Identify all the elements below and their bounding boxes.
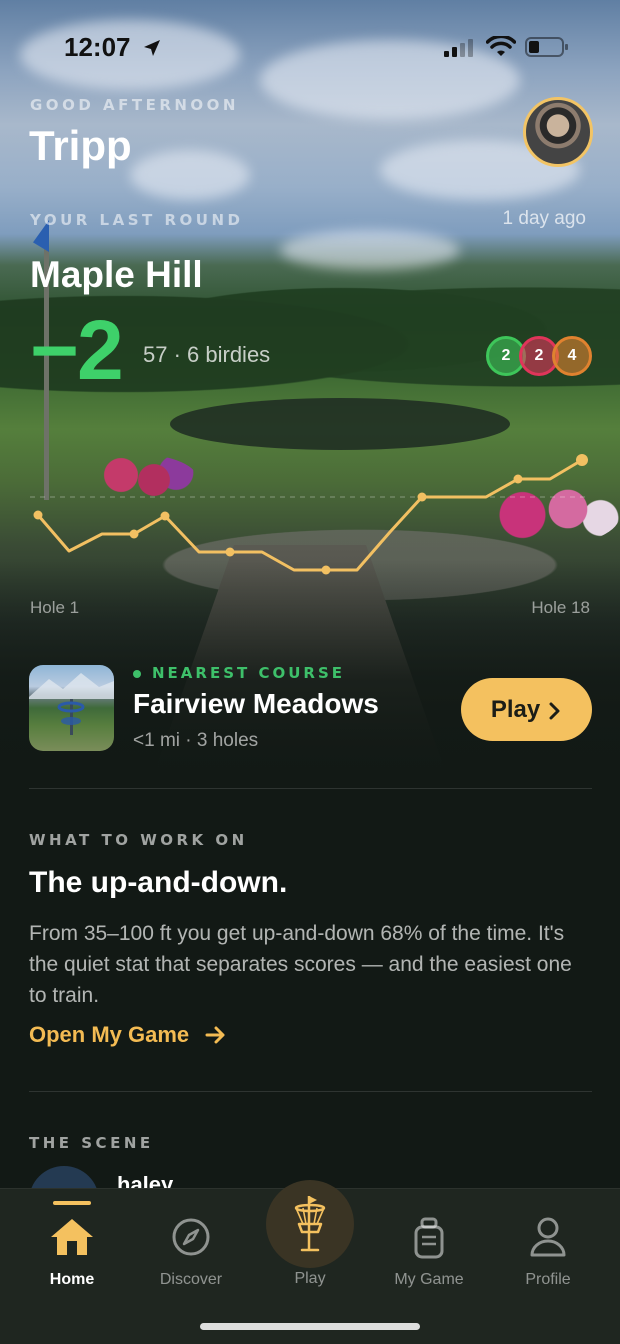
chart-end-label: Hole 18	[531, 598, 590, 617]
play-nearest-course-button[interactable]: Play	[461, 678, 592, 741]
section-divider	[29, 788, 592, 789]
hole-marker	[417, 492, 427, 502]
nearest-course-meta: <1 mi · 3 holes	[133, 730, 259, 751]
score-badge: 4	[552, 336, 592, 376]
last-round-score: −2	[30, 303, 124, 397]
cellular-signal-icon	[444, 39, 473, 57]
hole-marker	[160, 511, 170, 521]
round-progress-chart[interactable]	[0, 440, 620, 600]
work-on-body: From 35–100 ft you get up-and-down 68% o…	[29, 922, 572, 1007]
last-round-score-detail: 57 · 6 birdies	[143, 342, 271, 367]
hole-markers	[33, 454, 588, 575]
hole-marker	[576, 454, 588, 466]
wifi-icon	[486, 36, 516, 56]
section-divider	[29, 1091, 592, 1092]
scene-label: THE SCENE	[29, 1134, 154, 1152]
cloud	[130, 150, 250, 200]
hole-marker	[129, 529, 139, 539]
work-on-title: The up-and-down.	[29, 866, 288, 899]
tab-play-label: Play	[294, 1270, 326, 1287]
hole-marker	[321, 565, 331, 575]
greeting-label: GOOD AFTERNOON	[30, 96, 239, 114]
chart-start-label: Hole 1	[30, 598, 80, 617]
score-line	[36, 458, 583, 572]
arrow-right-icon	[205, 1026, 225, 1044]
open-my-game-label: Open My Game	[29, 1022, 190, 1047]
nearest-course-label: NEAREST COURSE	[152, 664, 346, 682]
hole-marker	[513, 474, 523, 484]
play-tab-layer: Play	[0, 1188, 620, 1344]
nearest-course-name[interactable]: Fairview Meadows	[133, 688, 379, 720]
hole-marker	[225, 547, 235, 557]
user-avatar[interactable]	[523, 97, 593, 167]
play-button-label: Play	[490, 696, 541, 723]
score-badges: 2 2 4	[486, 336, 596, 376]
last-round-label: YOUR LAST ROUND	[30, 211, 244, 229]
last-round-course-name[interactable]: Maple Hill	[30, 254, 203, 296]
status-bar: 12:07	[0, 30, 620, 64]
battery-icon	[525, 37, 568, 57]
status-time: 12:07	[64, 32, 131, 62]
tab-play[interactable]: Play	[250, 1188, 370, 1308]
basket-photo-icon	[29, 673, 114, 735]
user-name: Tripp	[29, 122, 132, 169]
disc-golf-basket-icon	[294, 1196, 326, 1252]
open-my-game-link[interactable]: Open My Game	[29, 1022, 227, 1048]
nearest-course-thumbnail[interactable]	[29, 665, 114, 751]
chevron-right-icon	[549, 702, 560, 720]
work-on-label: WHAT TO WORK ON	[29, 831, 248, 849]
nearest-course-status-dot	[133, 670, 141, 678]
location-arrow-icon	[144, 40, 160, 56]
last-round-time-ago: 1 day ago	[502, 208, 586, 229]
hole-marker	[33, 510, 43, 520]
